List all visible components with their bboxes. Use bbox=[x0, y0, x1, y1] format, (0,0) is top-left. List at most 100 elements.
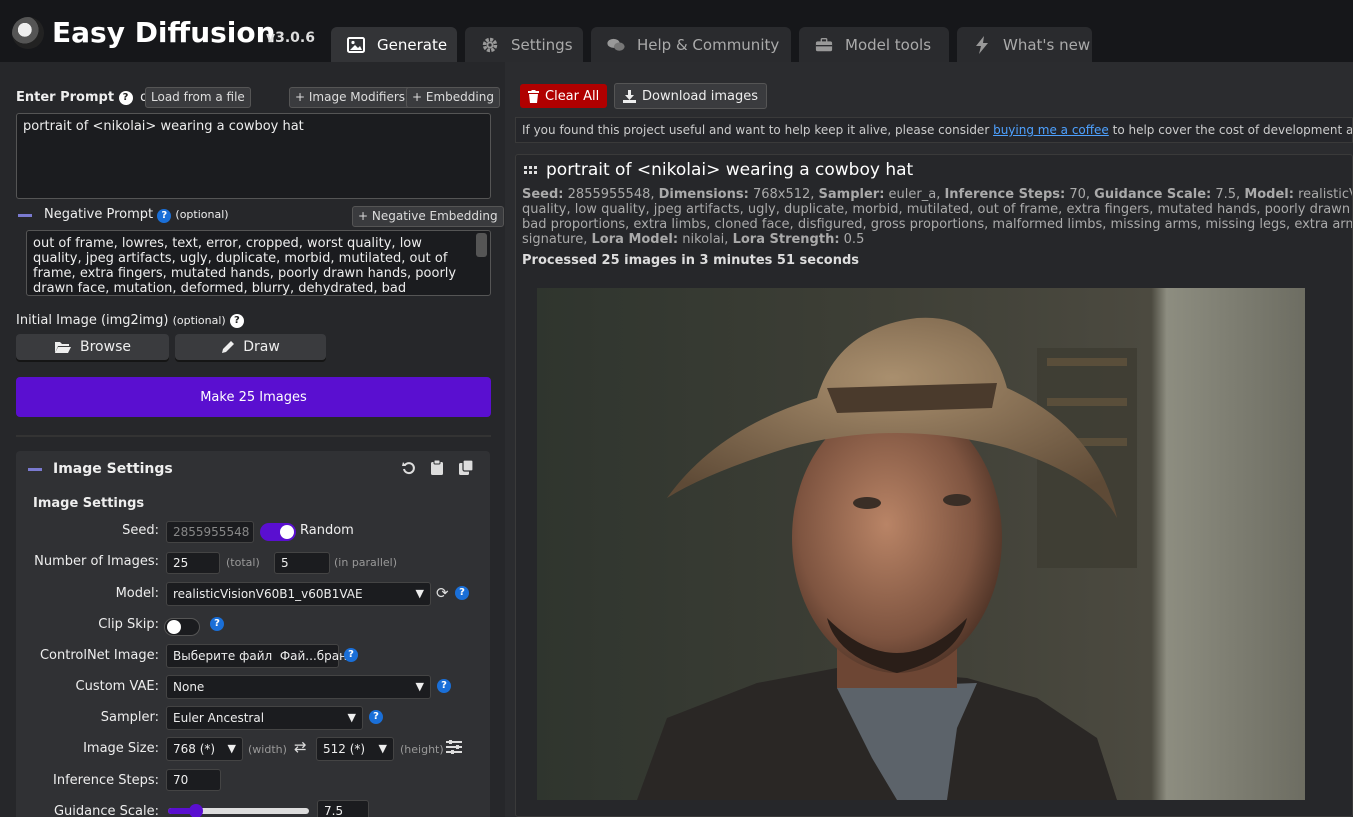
collapse-icon[interactable] bbox=[18, 214, 32, 217]
sampler-label: Sampler: bbox=[100, 710, 159, 725]
custom-vae-label: Custom VAE: bbox=[75, 679, 159, 694]
task-title: portrait of <nikolai> wearing a cowboy h… bbox=[546, 160, 914, 180]
width-select[interactable]: 768 (*) ▼ bbox=[166, 737, 243, 761]
tab-generate[interactable]: Generate bbox=[331, 27, 457, 62]
model-select[interactable]: realisticVisionV60B1_v60B1VAE ▼ bbox=[166, 582, 431, 606]
tab-whats-new[interactable]: What's new bbox=[957, 27, 1092, 62]
tab-label: Generate bbox=[377, 35, 448, 54]
task-metadata: Seed: 2855955548, Dimensions: 768x512, S… bbox=[522, 187, 1352, 247]
image-settings-card: Image Settings Image Settings Seed: 2855… bbox=[16, 451, 490, 817]
trash-icon bbox=[528, 89, 539, 103]
chevron-down-icon: ▼ bbox=[415, 680, 424, 693]
divider bbox=[16, 435, 491, 437]
clear-all-button[interactable]: Clear All bbox=[520, 84, 608, 108]
tab-settings[interactable]: Settings bbox=[465, 27, 583, 62]
app-title: Easy Diffusion bbox=[52, 16, 276, 49]
num-parallel-input[interactable]: 5 bbox=[274, 552, 330, 574]
custom-vae-select[interactable]: None ▼ bbox=[166, 675, 431, 699]
sampler-select[interactable]: Euler Ancestral ▼ bbox=[166, 706, 363, 730]
processed-status: Processed 25 images in 3 minutes 51 seco… bbox=[522, 253, 860, 268]
random-label: Random bbox=[300, 523, 354, 538]
seed-input[interactable]: 2855955548 bbox=[166, 521, 254, 543]
editor-panel: Enter Prompt ? or Load from a file + Ima… bbox=[0, 62, 505, 817]
help-icon[interactable]: ? bbox=[369, 710, 383, 724]
pencil-icon bbox=[222, 341, 235, 353]
prompt-label: Enter Prompt ? or bbox=[16, 90, 153, 105]
make-images-button[interactable]: Make 25 Images bbox=[16, 377, 491, 417]
grip-icon[interactable] bbox=[524, 166, 537, 177]
collapse-icon[interactable] bbox=[28, 468, 42, 471]
help-icon[interactable]: ? bbox=[210, 617, 224, 631]
help-icon[interactable]: ? bbox=[437, 679, 451, 693]
comments-icon bbox=[607, 37, 625, 53]
image-modifiers-button[interactable]: + Image Modifiers bbox=[289, 87, 412, 108]
height-select[interactable]: 512 (*) ▼ bbox=[316, 737, 394, 761]
controlnet-label: ControlNet Image: bbox=[39, 648, 159, 663]
clip-skip-toggle[interactable] bbox=[164, 618, 200, 636]
help-icon[interactable]: ? bbox=[344, 648, 358, 662]
help-icon[interactable]: ? bbox=[455, 586, 469, 600]
refresh-icon[interactable]: ⟳ bbox=[436, 584, 449, 602]
slider-handle[interactable] bbox=[189, 804, 204, 817]
tab-label: Model tools bbox=[845, 35, 932, 54]
negative-embedding-button[interactable]: + Negative Embedding bbox=[352, 206, 504, 227]
initial-image-label: Initial Image (img2img) (optional) ? bbox=[16, 313, 244, 328]
download-images-button[interactable]: Download images bbox=[614, 83, 768, 109]
buy-coffee-link[interactable]: buying me a coffee bbox=[993, 123, 1109, 137]
browse-button[interactable]: Browse bbox=[16, 334, 169, 360]
embedding-button[interactable]: + Embedding bbox=[406, 87, 500, 108]
sliders-icon[interactable] bbox=[446, 740, 462, 754]
download-icon bbox=[623, 89, 636, 103]
controlnet-file-input[interactable]: Выберите файл Фай...бран bbox=[166, 644, 347, 668]
prompt-input[interactable]: portrait of <nikolai> wearing a cowboy h… bbox=[16, 113, 491, 199]
help-icon[interactable]: ? bbox=[118, 90, 133, 105]
inference-steps-label: Inference Steps: bbox=[53, 773, 159, 788]
logo-icon bbox=[12, 17, 44, 49]
bolt-icon bbox=[973, 35, 991, 54]
num-images-input[interactable]: 25 bbox=[166, 552, 220, 574]
guidance-scale-label: Guidance Scale: bbox=[53, 804, 159, 817]
chevron-down-icon: ▼ bbox=[378, 742, 387, 755]
app-header: Easy Diffusion v3.0.6 Generate Settings … bbox=[0, 0, 1353, 62]
swap-icon[interactable]: ⇄ bbox=[294, 738, 307, 756]
tab-label: What's new bbox=[1003, 35, 1091, 54]
seed-label: Seed: bbox=[122, 523, 159, 538]
clipboard-icon[interactable] bbox=[431, 460, 443, 475]
negative-prompt-input[interactable]: out of frame, lowres, text, error, cropp… bbox=[26, 230, 491, 296]
clip-skip-label: Clip Skip: bbox=[98, 617, 159, 632]
scrollbar[interactable] bbox=[476, 233, 487, 257]
app-version: v3.0.6 bbox=[266, 30, 315, 46]
task-result-card: portrait of <nikolai> wearing a cowboy h… bbox=[515, 154, 1353, 817]
chevron-down-icon: ▼ bbox=[347, 711, 356, 724]
help-icon[interactable]: ? bbox=[157, 209, 172, 223]
image-size-label: Image Size: bbox=[83, 741, 159, 756]
tab-label: Settings bbox=[511, 35, 573, 54]
guidance-scale-input[interactable]: 7.5 bbox=[317, 800, 369, 817]
parallel-hint: (in parallel) bbox=[334, 556, 398, 569]
tab-model-tools[interactable]: Model tools bbox=[799, 27, 949, 62]
width-hint: (width) bbox=[248, 743, 287, 756]
tab-help-community[interactable]: Help & Community bbox=[591, 27, 791, 62]
model-label: Model: bbox=[115, 586, 159, 601]
generated-image[interactable] bbox=[537, 288, 1305, 800]
image-settings-header: Image Settings bbox=[53, 461, 173, 477]
load-file-button[interactable]: Load from a file bbox=[145, 87, 251, 108]
output-panel: Clear All Download images If you found t… bbox=[505, 62, 1353, 817]
total-hint: (total) bbox=[226, 556, 260, 569]
reset-icon[interactable] bbox=[402, 461, 416, 475]
random-seed-toggle[interactable] bbox=[260, 523, 296, 541]
image-icon bbox=[347, 36, 365, 53]
chevron-down-icon: ▼ bbox=[227, 742, 236, 755]
support-notice: If you found this project useful and wan… bbox=[515, 117, 1353, 143]
folder-open-icon bbox=[55, 342, 71, 353]
guidance-slider[interactable] bbox=[168, 804, 309, 817]
toolbox-icon bbox=[815, 37, 833, 53]
inference-steps-input[interactable]: 70 bbox=[166, 769, 221, 791]
help-icon[interactable]: ? bbox=[229, 313, 244, 328]
tab-label: Help & Community bbox=[637, 35, 780, 54]
gear-icon bbox=[481, 37, 499, 53]
image-settings-subheader: Image Settings bbox=[33, 496, 145, 511]
draw-button[interactable]: Draw bbox=[175, 334, 326, 360]
height-hint: (height) bbox=[400, 743, 444, 756]
copy-icon[interactable] bbox=[459, 460, 474, 475]
